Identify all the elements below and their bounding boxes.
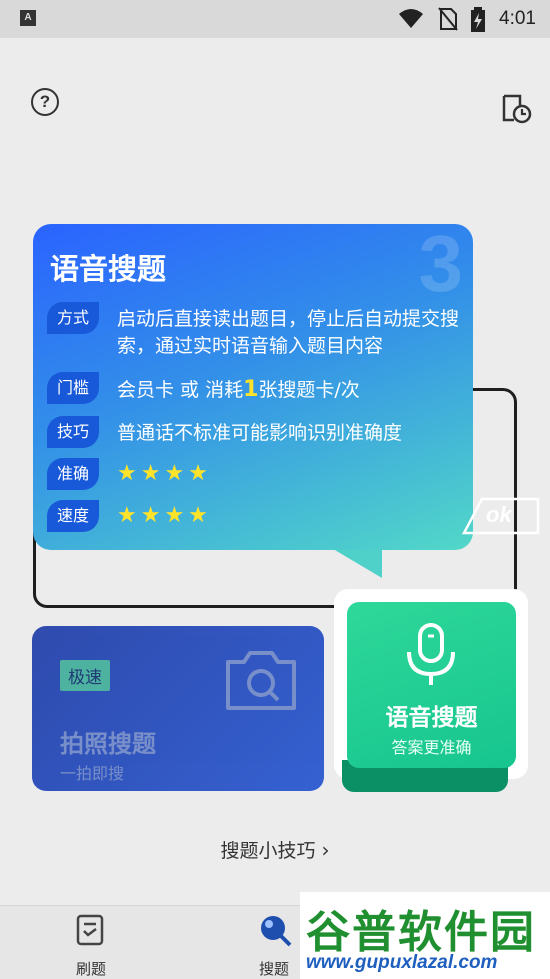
voice-search-title: 语音搜题 [385, 705, 478, 731]
search-tips-label: 搜题小技巧 [220, 840, 316, 862]
tooltip-title: 语音搜题 [50, 252, 167, 286]
voice-search-subtitle: 答案更准确 [391, 738, 472, 757]
accuracy-stars: ★★★★ [117, 461, 212, 486]
speed-badge: 极速 [60, 660, 110, 691]
photo-search-card[interactable]: 极速 拍照搜题 一拍即搜 [32, 626, 324, 791]
tag-tip: 技巧 [47, 416, 99, 448]
method-text: 启动后直接读出题目，停止后自动提交搜索，通过实时语音输入题目内容 [117, 308, 460, 357]
tag-speed: 速度 [47, 500, 99, 532]
status-bar: A 4:01 [0, 0, 550, 38]
search-question-icon [261, 916, 292, 947]
microphone-icon [407, 623, 455, 685]
search-tips-link[interactable]: 搜题小技巧 › [0, 836, 550, 863]
photo-search-title: 拍照搜题 [60, 730, 156, 758]
tag-accuracy: 准确 [47, 458, 99, 490]
watermark: 谷普软件园 www.gupuxlazal.com [300, 892, 550, 979]
speed-stars: ★★★★ [117, 503, 212, 528]
threshold-text: 会员卡 或 消耗1张搜题卡/次 [117, 376, 472, 404]
tag-threshold: 门槛 [47, 372, 99, 404]
chevron-right-icon: › [321, 838, 330, 862]
practice-icon [76, 914, 104, 946]
voice-search-tooltip: 3 语音搜题 方式 启动后直接读出题目，停止后自动提交搜索，通过实时语音输入题目… [33, 224, 473, 550]
nav-item-practice[interactable]: 刷题 [46, 906, 136, 979]
app-notification-icon: A [20, 10, 36, 26]
nav-label-practice: 刷题 [75, 960, 106, 978]
tip-text: 普通话不标准可能影响识别准确度 [117, 422, 403, 444]
status-time: 4:01 [499, 8, 536, 29]
threshold-text-before: 会员卡 或 消耗 [117, 379, 244, 401]
wifi-icon [399, 9, 423, 28]
tag-method: 方式 [47, 302, 99, 334]
help-icon[interactable]: ? [31, 88, 59, 116]
history-clock-icon[interactable] [500, 92, 532, 124]
threshold-text-after: 张搜题卡/次 [258, 379, 360, 401]
ok-label: ok [486, 502, 512, 527]
ok-button[interactable]: ok [462, 497, 540, 535]
step-number: 3 [418, 224, 464, 308]
photo-search-subtitle: 一拍即搜 [60, 764, 125, 783]
threshold-highlight: 1 [243, 377, 259, 402]
camera-search-icon [226, 651, 296, 710]
no-sim-icon [438, 7, 458, 31]
voice-search-card[interactable]: 语音搜题 答案更准确 [347, 602, 516, 768]
watermark-title: 谷普软件园 [306, 907, 536, 958]
battery-charging-icon [471, 7, 485, 32]
watermark-url: www.gupuxlazal.com [306, 952, 498, 973]
